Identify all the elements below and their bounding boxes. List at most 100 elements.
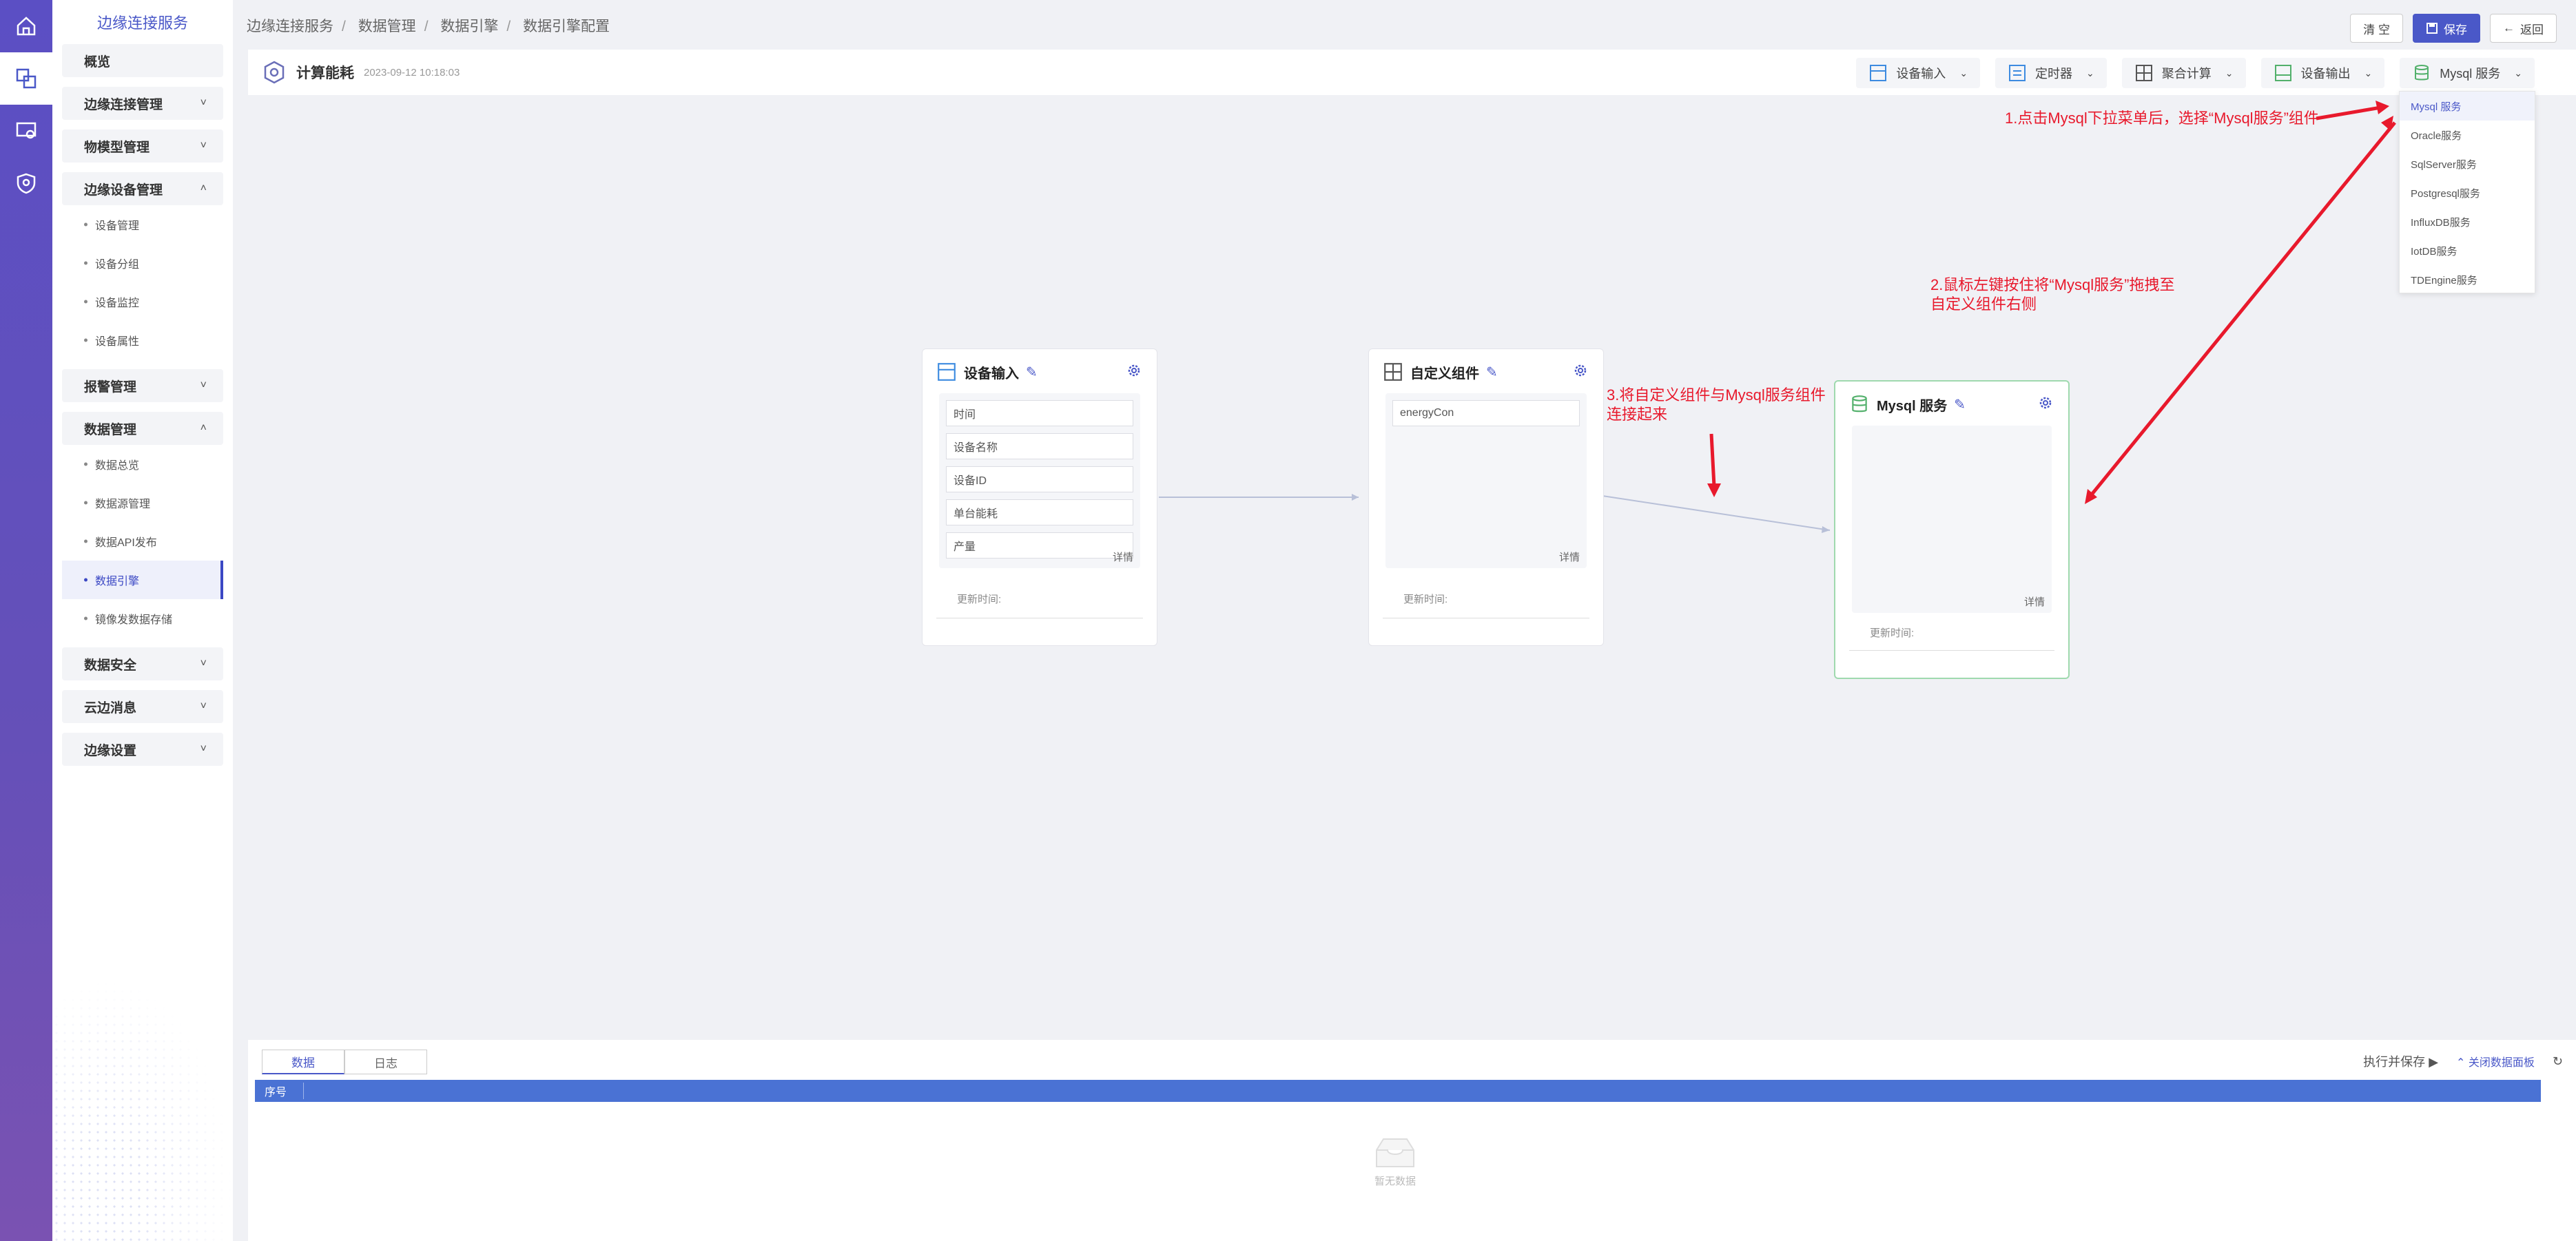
sidebar-item-label: 边缘设置 xyxy=(84,743,137,758)
chevron-down-icon: ⌄ xyxy=(2086,67,2094,79)
clear-button[interactable]: 清 空 xyxy=(2350,14,2403,43)
detail-link[interactable]: 详情 xyxy=(1113,550,1133,564)
field-item[interactable]: 单台能耗 xyxy=(946,499,1133,525)
annotation-line: 自定义组件右侧 xyxy=(1930,295,2037,313)
tool-mysql[interactable]: Mysql 服务 ⌄ xyxy=(2400,58,2535,88)
sidebar-item-mirror-storage[interactable]: 镜像发数据存储 xyxy=(52,599,223,638)
back-label: 返回 xyxy=(2520,23,2544,36)
updated-label: 更新时间: xyxy=(957,594,1002,605)
flow-timestamp: 2023-09-12 10:18:03 xyxy=(364,66,460,79)
save-label: 保存 xyxy=(2444,23,2467,36)
tab-data[interactable]: 数据 xyxy=(262,1050,344,1074)
detail-link[interactable]: 详情 xyxy=(2024,594,2045,609)
empty-box-icon xyxy=(1376,1138,1414,1167)
sidebar-group-alarm[interactable]: 报警管理 ˅ xyxy=(62,369,223,402)
devices-icon[interactable] xyxy=(0,52,52,105)
node-mysql-service[interactable]: Mysql 服务 ✎ 详情 更新时间: xyxy=(1834,380,2070,679)
home-icon[interactable] xyxy=(0,0,52,52)
shield-icon[interactable] xyxy=(0,157,52,209)
edit-icon[interactable]: ✎ xyxy=(1486,364,1498,381)
database-icon xyxy=(1852,395,1867,413)
sidebar-group-edge-settings[interactable]: 边缘设置 ˅ xyxy=(62,733,223,766)
sidebar-item-data-engine[interactable]: 数据引擎 xyxy=(62,561,223,599)
detail-link[interactable]: 详情 xyxy=(1559,550,1580,564)
connector-arrowhead xyxy=(1352,494,1359,501)
node-device-input[interactable]: 设备输入 ✎ 时间 设备名称 设备ID 单台能耗 产量 详情 更新时间: xyxy=(922,348,1157,646)
chevron-down-icon: ⌄ xyxy=(2364,67,2373,79)
connector-custom-mysql[interactable] xyxy=(1602,495,1831,531)
node-header: 自定义组件 ✎ xyxy=(1383,362,1498,382)
sidebar-item-data-api[interactable]: 数据API发布 xyxy=(52,522,223,561)
flow-title: 计算能耗 xyxy=(296,65,354,81)
column-header-index: 序号 xyxy=(265,1083,305,1099)
tab-log[interactable]: 日志 xyxy=(344,1050,427,1074)
edit-icon[interactable]: ✎ xyxy=(1026,364,1038,381)
edit-icon[interactable]: ✎ xyxy=(1954,396,1966,413)
chevron-down-icon: ˅ xyxy=(200,140,207,152)
sidebar-item-label: 数据管理 xyxy=(84,422,137,437)
run-save-button[interactable]: 执行并保存 ▶ xyxy=(2363,1052,2438,1070)
sidebar-item-device-group[interactable]: 设备分组 xyxy=(52,244,223,282)
tool-timer[interactable]: 定时器 ⌄ xyxy=(1995,58,2107,88)
gear-icon[interactable] xyxy=(2038,395,2053,414)
field-item[interactable]: 时间 xyxy=(946,400,1133,426)
annotation-line: 连接起来 xyxy=(1607,406,1668,423)
menu-item-mysql[interactable]: Mysql 服务 xyxy=(2400,92,2535,121)
menu-item-sqlserver[interactable]: SqlServer服务 xyxy=(2400,149,2535,178)
node-title: 自定义组件 xyxy=(1410,366,1479,382)
sidebar-item-label: 概览 xyxy=(84,54,111,70)
database-icon xyxy=(2415,65,2429,81)
field-item[interactable]: 产量 xyxy=(946,532,1133,559)
data-panel: 数据 日志 执行并保存 ▶ ⌃ 关闭数据面板 ↻ 序号 暂无数据 xyxy=(248,1040,2576,1241)
sidebar-item-datasource[interactable]: 数据源管理 xyxy=(52,483,223,522)
refresh-icon[interactable]: ↻ xyxy=(2553,1054,2563,1069)
sidebar: 边缘连接服务 概览 边缘连接管理 ˅ 物模型管理 ˅ 边缘设备管理 ˄ 设备管理 设备… xyxy=(52,0,233,1241)
sidebar-group-data[interactable]: 数据管理 ˄ xyxy=(62,412,223,445)
sidebar-item-overview[interactable]: 概览 xyxy=(62,44,223,77)
sidebar-group-data-security[interactable]: 数据安全 ˅ xyxy=(62,647,223,680)
field-item[interactable]: 设备名称 xyxy=(946,433,1133,459)
breadcrumb-item[interactable]: 边缘连接服务 xyxy=(247,19,333,34)
sidebar-item-device-monitor[interactable]: 设备监控 xyxy=(52,282,223,321)
menu-item-influxdb[interactable]: InfluxDB服务 xyxy=(2400,207,2535,236)
sidebar-group-edge-device[interactable]: 边缘设备管理 ˄ xyxy=(62,172,223,205)
tool-label: 定时器 xyxy=(2035,67,2073,81)
flow-icon xyxy=(264,61,285,84)
component-toolbar: 设备输入 ⌄ 定时器 ⌄ 聚合计算 ⌄ 设备输出 ⌄ Mysql 服务 ⌄ xyxy=(1856,58,2535,88)
panel-tabs: 数据 日志 xyxy=(262,1050,427,1074)
annotation-step1: 1.点击Mysql下拉菜单后，选择“Mysql服务”组件 xyxy=(2005,110,2319,127)
tool-device-input[interactable]: 设备输入 ⌄ xyxy=(1856,58,1981,88)
back-button[interactable]: ← 返回 xyxy=(2490,14,2557,43)
device-input-icon xyxy=(1870,65,1887,81)
menu-item-oracle[interactable]: Oracle服务 xyxy=(2400,121,2535,149)
chevron-down-icon: ˅ xyxy=(200,743,207,755)
breadcrumb-item[interactable]: 数据引擎 xyxy=(440,19,498,34)
sidebar-item-data-overview[interactable]: 数据总览 xyxy=(52,445,223,483)
menu-item-postgresql[interactable]: Postgresql服务 xyxy=(2400,178,2535,207)
clear-label: 清 空 xyxy=(2363,23,2390,36)
field-item[interactable]: energyCon xyxy=(1392,400,1580,426)
sidebar-group-edge-connection[interactable]: 边缘连接管理 ˅ xyxy=(62,87,223,120)
chevron-down-icon: ⌄ xyxy=(1959,67,1968,79)
menu-item-iotdb[interactable]: IotDB服务 xyxy=(2400,236,2535,265)
close-panel-button[interactable]: ⌃ 关闭数据面板 xyxy=(2456,1053,2535,1070)
save-button[interactable]: 保存 xyxy=(2413,14,2480,43)
sidebar-item-device-attr[interactable]: 设备属性 xyxy=(52,321,223,359)
breadcrumb-item[interactable]: 数据管理 xyxy=(358,19,416,34)
tool-aggregate[interactable]: 聚合计算 ⌄ xyxy=(2121,58,2246,88)
sidebar-item-label: 物模型管理 xyxy=(84,140,150,155)
sidebar-group-cloud-msg[interactable]: 云边消息 ˅ xyxy=(62,690,223,723)
node-custom-component[interactable]: 自定义组件 ✎ energyCon 详情 更新时间: xyxy=(1368,348,1604,646)
field-item[interactable]: 设备ID xyxy=(946,466,1133,492)
tool-device-output[interactable]: 设备输出 ⌄ xyxy=(2260,58,2385,88)
menu-item-tdengine[interactable]: TDEngine服务 xyxy=(2400,265,2535,294)
gear-icon[interactable] xyxy=(1573,363,1588,382)
flow-canvas[interactable]: 设备输入 ✎ 时间 设备名称 设备ID 单台能耗 产量 详情 更新时间: 自定义组… xyxy=(248,96,2576,1028)
sidebar-item-device-mgmt[interactable]: 设备管理 xyxy=(52,205,223,244)
top-actions: 清 空 保存 ← 返回 xyxy=(2350,14,2557,43)
gear-icon[interactable] xyxy=(1126,363,1142,382)
updated-label: 更新时间: xyxy=(1403,594,1448,605)
monitor-icon[interactable] xyxy=(0,105,52,157)
tool-label: Mysql 服务 xyxy=(2440,67,2501,81)
sidebar-group-thing-model[interactable]: 物模型管理 ˅ xyxy=(62,129,223,163)
